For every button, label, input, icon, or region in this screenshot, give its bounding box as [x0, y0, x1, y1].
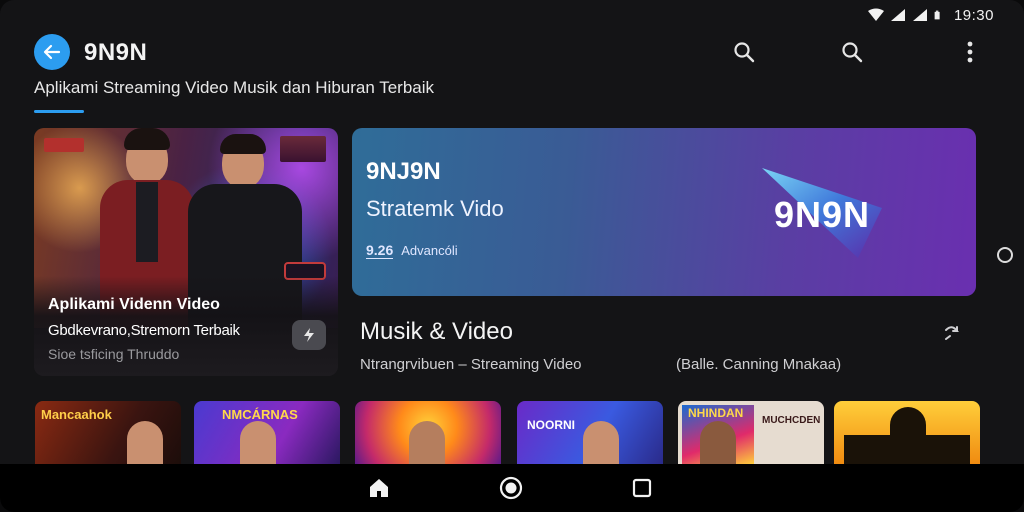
thumbnail-label: NHINDAN — [688, 406, 744, 420]
status-bar: 19:30 — [867, 5, 994, 25]
banner-subtitle: Stratemk Vido — [366, 196, 504, 221]
lightning-icon — [304, 328, 314, 342]
video-thumbnail-4[interactable]: NOORNI — [517, 401, 663, 465]
back-arrow-icon — [43, 44, 61, 60]
search-icon — [842, 42, 863, 63]
home-icon — [370, 479, 388, 497]
video-thumbnail-5[interactable]: NHINDAN MUCHCDEN — [678, 401, 824, 465]
search-button[interactable] — [730, 38, 758, 66]
app-title: 9N9N — [84, 39, 148, 66]
nav-home-button[interactable] — [367, 476, 391, 500]
featured-meta: Sioe tsficing Thruddo — [48, 346, 180, 362]
circle-home-icon — [499, 476, 523, 500]
search-button-2[interactable] — [838, 38, 866, 66]
video-thumbnail-6[interactable] — [834, 401, 980, 465]
nav-recents-button[interactable] — [630, 476, 654, 500]
thumbnail-label: NMCÁRNAS — [222, 407, 298, 422]
section-subtitle-right: (Balle. Canning Mnakaa) — [676, 356, 842, 373]
banner-title: 9NJ9N — [366, 158, 441, 185]
thumbnail-person — [583, 421, 619, 465]
thumbnail-label: NOORNI — [527, 418, 575, 432]
page-subtitle: Aplikami Streaming Video Musik dan Hibur… — [34, 78, 435, 97]
video-thumbnail-1[interactable]: Mancaahok — [35, 401, 181, 465]
thumbnail-person — [700, 421, 736, 465]
recents-square-icon — [632, 478, 652, 498]
battery-icon — [934, 10, 940, 20]
featured-video-card[interactable]: Aplikami Videnn Video Gbdkevrano,Stremor… — [34, 128, 338, 376]
more-vertical-icon — [967, 41, 973, 63]
screen: 19:30 9N9N Aplikami Streaming Video Musi… — [0, 0, 1024, 512]
channel-badge — [44, 138, 84, 152]
thumbnail-person — [127, 421, 163, 465]
thumbnail-label: Mancaahok — [41, 407, 112, 422]
promo-banner[interactable]: 9NJ9N Stratemk Vido 9.26 Advancóli 9N9N — [352, 128, 976, 296]
status-time: 19:30 — [953, 6, 994, 24]
search-icon — [734, 42, 755, 63]
back-button[interactable] — [34, 34, 70, 70]
featured-title-line2: Gbdkevrano,Stremorn Terbaik — [48, 322, 240, 339]
thumbnail-extra-label: MUCHCDEN — [762, 415, 821, 426]
wifi-icon — [867, 8, 884, 21]
section-subtitle: Ntrangrvibuen – Streaming Video — [360, 356, 582, 373]
video-thumbnail-2[interactable]: NMCÁRNAS — [194, 401, 340, 465]
poster-badge — [280, 136, 326, 162]
signal-icon — [890, 9, 905, 21]
banner-logo-text: 9N9N — [774, 194, 871, 235]
featured-action-button[interactable] — [292, 320, 326, 350]
thumbnail-person — [240, 421, 276, 465]
featured-title-line1: Aplikami Videnn Video — [48, 296, 220, 313]
nav-circle-button[interactable] — [499, 476, 523, 500]
banner-rating: 9.26 — [366, 242, 394, 259]
banner-meta: 9.26 Advancóli — [366, 242, 458, 259]
tab-indicator — [34, 110, 84, 113]
see-more-arrow-icon[interactable] — [940, 322, 964, 346]
signal-icon-2 — [912, 9, 927, 21]
side-indicator[interactable] — [997, 247, 1013, 263]
more-options-button[interactable] — [956, 38, 984, 66]
thumbnail-person — [409, 421, 445, 465]
video-thumbnail-3[interactable] — [355, 401, 501, 465]
section-title: Musik & Video — [360, 318, 513, 345]
thumbnail-person — [890, 407, 926, 457]
banner-meta-text: Advancóli — [401, 243, 458, 258]
